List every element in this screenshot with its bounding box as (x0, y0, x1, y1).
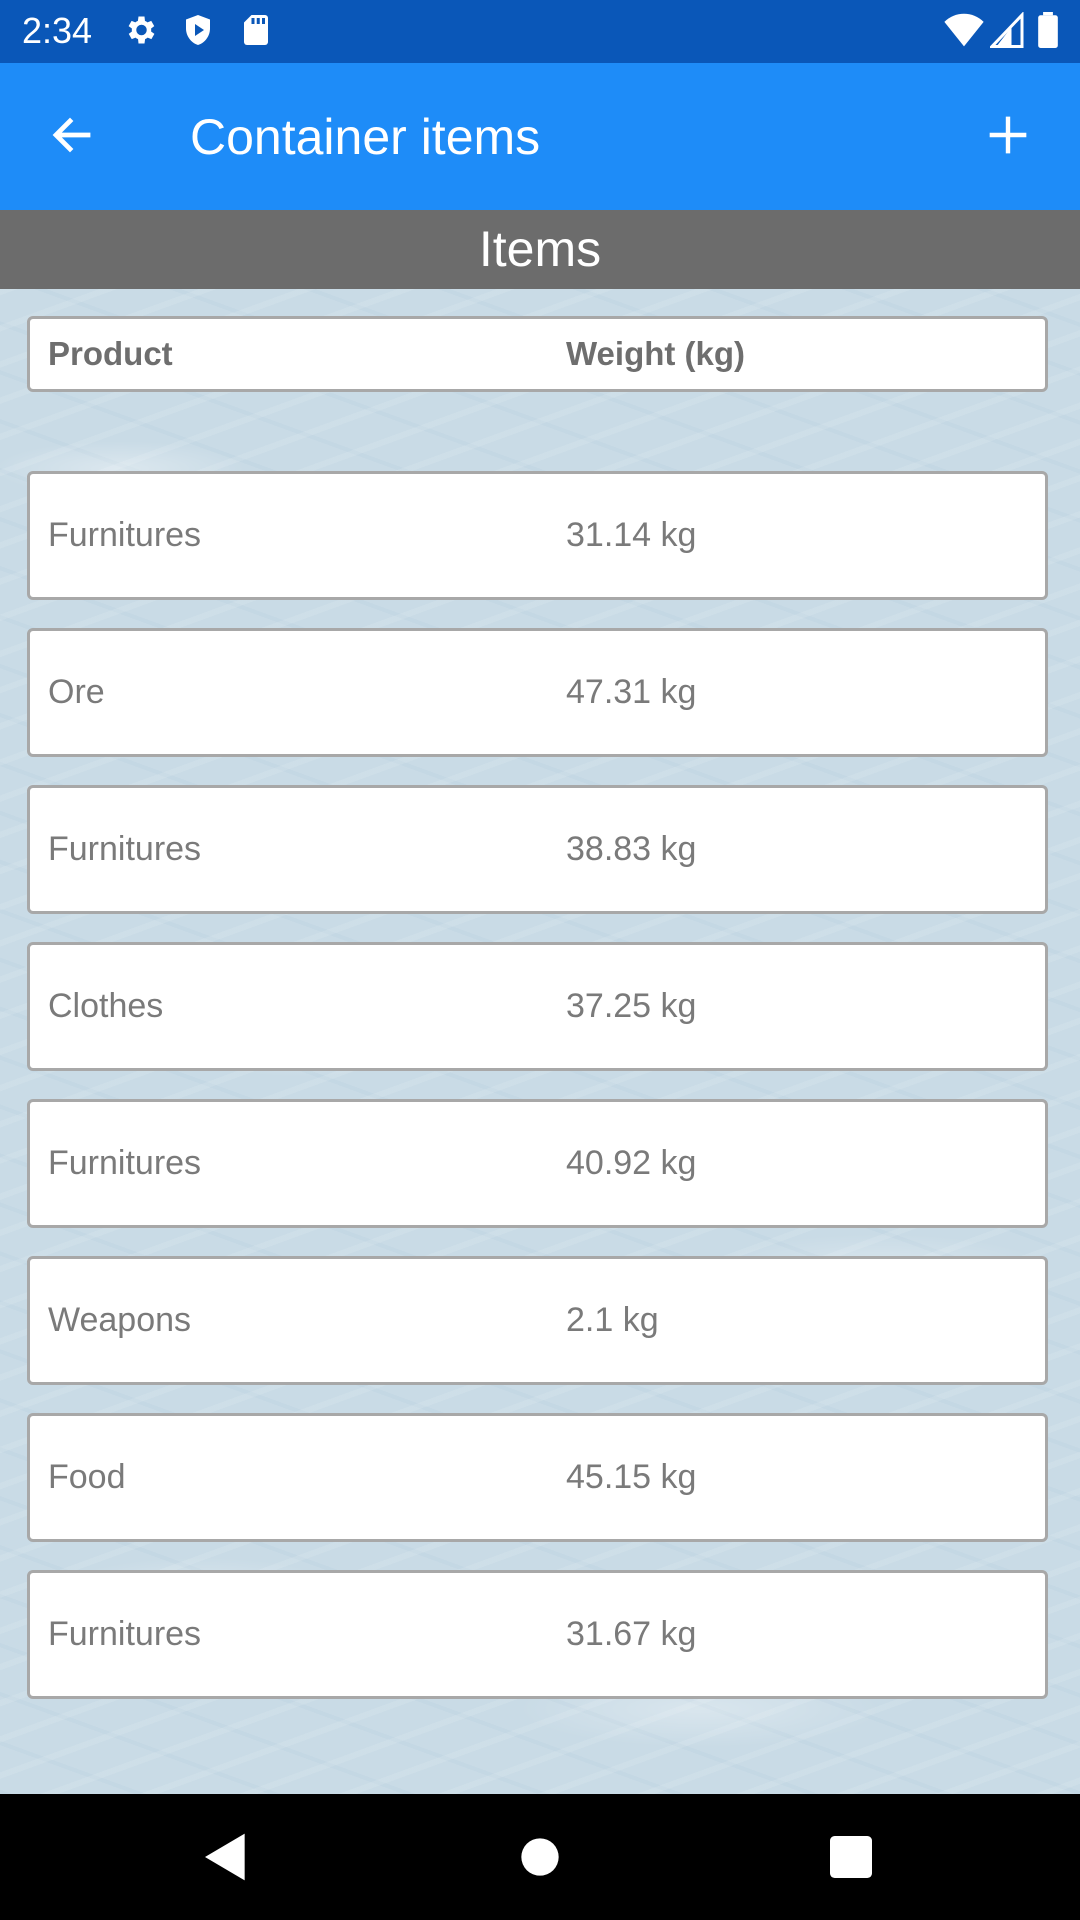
wifi-icon (944, 12, 984, 53)
row-product: Furnitures (48, 1615, 202, 1653)
section-header: Items (0, 210, 1080, 289)
table-row[interactable]: Furnitures 40.92 kg (27, 1099, 1048, 1228)
row-weight: 2.1 kg (566, 1301, 659, 1339)
row-weight: 45.15 kg (566, 1458, 697, 1496)
shield-icon (180, 12, 216, 53)
status-time: 2:34 (22, 10, 93, 51)
page-title: Container items (190, 109, 541, 165)
row-weight: 47.31 kg (566, 673, 697, 711)
nav-back-icon[interactable] (198, 1829, 254, 1885)
table-row[interactable]: Weapons 2.1 kg (27, 1256, 1048, 1385)
signal-icon (988, 11, 1024, 53)
screen: 2:34 Container items Items Product Weigh… (0, 0, 1080, 1920)
settings-icon (122, 12, 158, 53)
add-item-button[interactable] (972, 101, 1044, 173)
table-row[interactable]: Furnitures 31.67 kg (27, 1570, 1048, 1699)
battery-icon (1038, 12, 1058, 53)
row-product: Furnitures (48, 516, 202, 554)
column-header-weight: Weight (kg) (566, 335, 746, 372)
row-product: Furnitures (48, 1144, 202, 1182)
app-bar: Container items (0, 63, 1080, 210)
row-product: Ore (48, 673, 105, 711)
nav-recents-icon[interactable] (823, 1829, 879, 1885)
status-bar: 2:34 (0, 0, 1080, 63)
navigation-bar (0, 1794, 1080, 1920)
table-row[interactable]: Furnitures 38.83 kg (27, 785, 1048, 914)
row-product: Furnitures (48, 830, 202, 868)
nav-home-icon[interactable] (512, 1829, 568, 1885)
row-weight: 37.25 kg (566, 987, 697, 1025)
row-weight: 31.67 kg (566, 1615, 697, 1653)
row-weight: 38.83 kg (566, 830, 697, 868)
plus-icon (986, 113, 1030, 162)
table-row[interactable]: Food 45.15 kg (27, 1413, 1048, 1542)
table-row[interactable]: Furnitures 31.14 kg (27, 471, 1048, 600)
sd-card-icon (238, 12, 274, 53)
table-row[interactable]: Clothes 37.25 kg (27, 942, 1048, 1071)
column-header-product: Product (48, 335, 173, 372)
row-weight: 40.92 kg (566, 1144, 697, 1182)
table-header: Product Weight (kg) (27, 316, 1048, 392)
row-weight: 31.14 kg (566, 516, 697, 554)
row-product: Food (48, 1458, 126, 1496)
back-button[interactable] (36, 101, 108, 173)
row-product: Clothes (48, 987, 164, 1025)
row-product: Weapons (48, 1301, 192, 1339)
back-arrow-icon (48, 111, 96, 164)
table-row[interactable]: Ore 47.31 kg (27, 628, 1048, 757)
items-list[interactable]: Product Weight (kg) Furnitures 31.14 kg … (0, 289, 1080, 1794)
